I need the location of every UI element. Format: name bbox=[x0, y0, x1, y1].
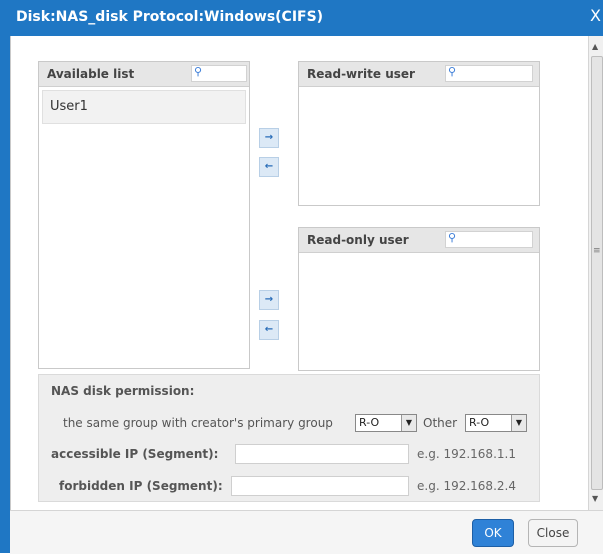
vertical-scrollbar[interactable]: ▲ ≡ ▼ bbox=[588, 36, 603, 510]
search-icon: ⚲ bbox=[448, 65, 457, 78]
forbidden-ip-input[interactable] bbox=[231, 476, 409, 496]
other-permission-value: R-O bbox=[469, 416, 490, 429]
accessible-ip-hint: e.g. 192.168.1.1 bbox=[417, 447, 516, 461]
read-write-user-panel: Read-write user ⚲ bbox=[298, 61, 540, 206]
nas-disk-permission-section: NAS disk permission: the same group with… bbox=[38, 374, 540, 502]
accessible-ip-input[interactable] bbox=[235, 444, 409, 464]
dialog-close-icon[interactable]: X bbox=[590, 6, 601, 25]
ok-button[interactable]: OK bbox=[472, 519, 514, 547]
dialog-footer: OK Close bbox=[10, 510, 603, 554]
search-icon: ⚲ bbox=[194, 65, 203, 78]
available-search-input[interactable]: ⚲ bbox=[191, 65, 247, 82]
forbidden-ip-hint: e.g. 192.168.2.4 bbox=[417, 479, 516, 493]
permission-heading: NAS disk permission: bbox=[51, 384, 195, 398]
group-permission-label: the same group with creator's primary gr… bbox=[63, 416, 333, 430]
chevron-down-icon: ▼ bbox=[401, 415, 416, 431]
available-list-label: Available list bbox=[47, 67, 135, 81]
remove-from-read-only-button[interactable]: ← bbox=[259, 320, 279, 340]
search-icon: ⚲ bbox=[448, 231, 457, 244]
other-permission-select[interactable]: R-O ▼ bbox=[465, 414, 527, 432]
list-item-user[interactable]: User1 bbox=[42, 90, 246, 124]
read-only-search-input[interactable]: ⚲ bbox=[445, 231, 533, 248]
read-write-header: Read-write user ⚲ bbox=[299, 62, 539, 87]
other-permission-label: Other bbox=[423, 416, 458, 430]
read-write-label: Read-write user bbox=[307, 67, 415, 81]
forbidden-ip-label: forbidden IP (Segment): bbox=[59, 479, 223, 493]
scrollbar-grip-icon: ≡ bbox=[593, 246, 601, 256]
dialog-titlebar: Disk:NAS_disk Protocol:Windows(CIFS) X bbox=[0, 0, 603, 36]
user-name: User1 bbox=[50, 99, 88, 114]
available-list-header: Available list ⚲ bbox=[39, 62, 249, 87]
scrollbar-thumb[interactable] bbox=[591, 56, 603, 490]
remove-from-read-write-button[interactable]: ← bbox=[259, 157, 279, 177]
read-only-user-panel: Read-only user ⚲ bbox=[298, 227, 540, 371]
group-permission-value: R-O bbox=[359, 416, 380, 429]
scroll-down-icon[interactable]: ▼ bbox=[592, 494, 598, 503]
close-button[interactable]: Close bbox=[528, 519, 578, 547]
dialog-title: Disk:NAS_disk Protocol:Windows(CIFS) bbox=[16, 9, 324, 25]
dialog-frame-edge bbox=[0, 36, 10, 553]
available-list-panel: Available list ⚲ User1 bbox=[38, 61, 250, 369]
move-to-read-only-button[interactable]: → bbox=[259, 290, 279, 310]
read-write-search-input[interactable]: ⚲ bbox=[445, 65, 533, 82]
read-only-label: Read-only user bbox=[307, 233, 409, 247]
accessible-ip-label: accessible IP (Segment): bbox=[51, 447, 219, 461]
move-to-read-write-button[interactable]: → bbox=[259, 128, 279, 148]
read-only-header: Read-only user ⚲ bbox=[299, 228, 539, 253]
group-permission-select[interactable]: R-O ▼ bbox=[355, 414, 417, 432]
scroll-up-icon[interactable]: ▲ bbox=[592, 42, 598, 51]
chevron-down-icon: ▼ bbox=[511, 415, 526, 431]
